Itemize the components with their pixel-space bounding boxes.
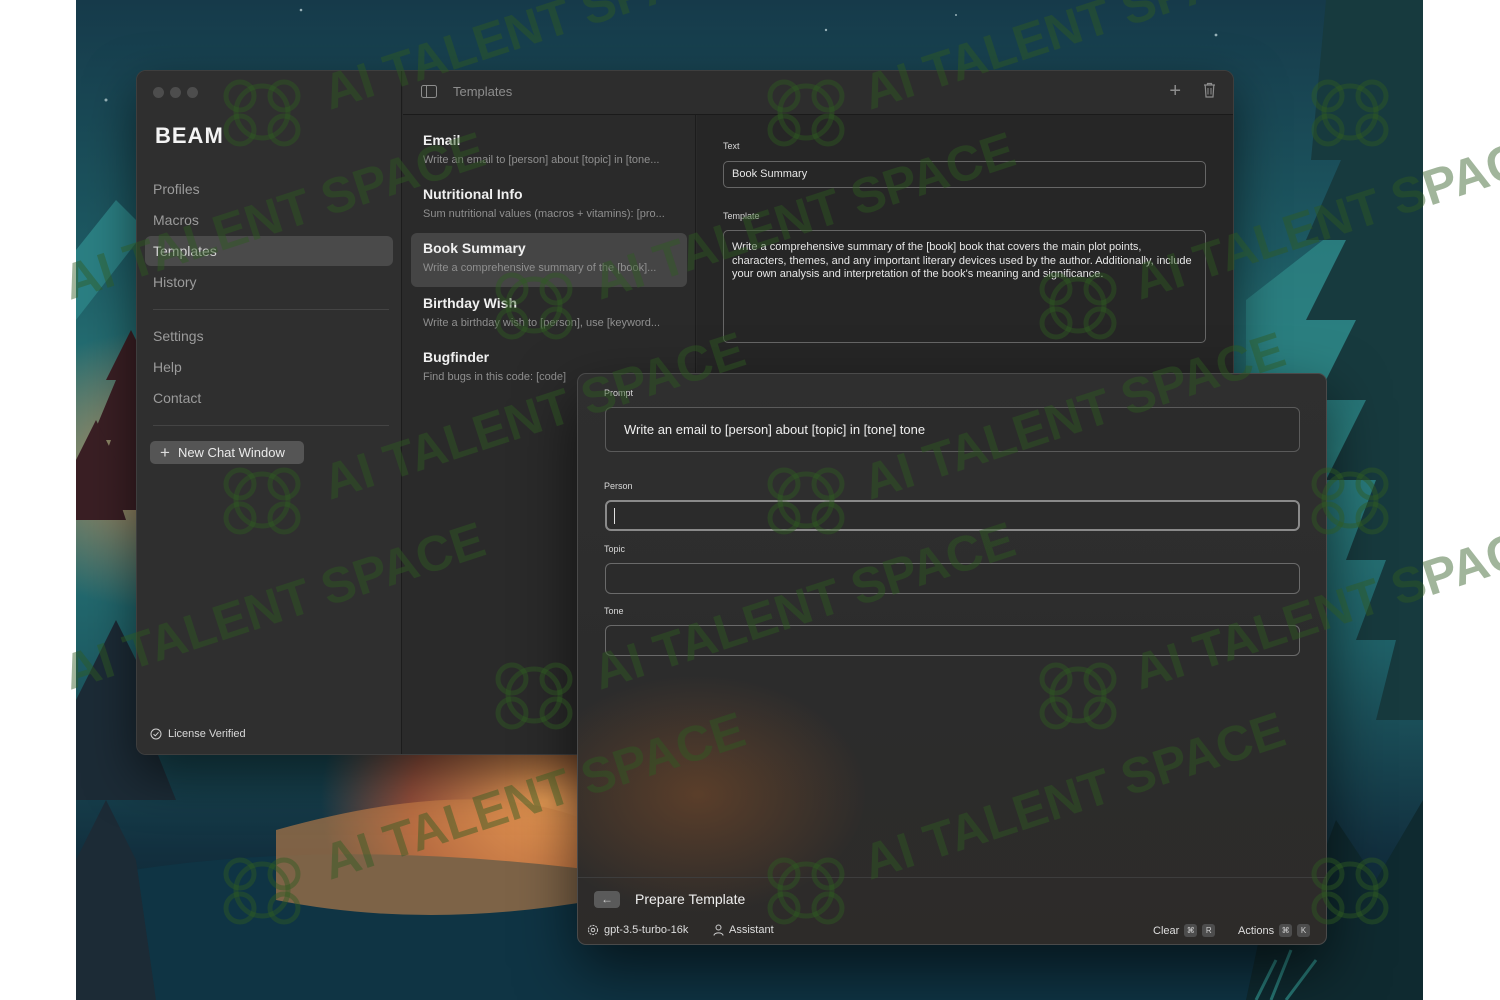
template-field-label: Template — [723, 211, 760, 221]
model-selector[interactable]: gpt-3.5-turbo-16k — [587, 924, 688, 936]
template-title: Nutritional Info — [423, 186, 523, 202]
shortcut-key: K — [1297, 924, 1311, 937]
template-item-email[interactable]: Email Write an email to [person] about [… — [411, 125, 687, 179]
page-title: Templates — [453, 84, 513, 99]
tone-input[interactable] — [605, 625, 1300, 656]
template-item-book-summary[interactable]: Book Summary Write a comprehensive summa… — [411, 233, 687, 287]
window-close-button[interactable] — [153, 87, 164, 98]
license-status: License Verified — [150, 728, 246, 740]
sidebar-divider — [153, 425, 389, 426]
template-item-birthday-wish[interactable]: Birthday Wish Write a birthday wish to [… — [411, 288, 687, 342]
add-template-icon[interactable]: + — [1169, 80, 1181, 103]
prompt-label: Prompt — [604, 388, 634, 398]
template-title: Book Summary — [423, 240, 526, 256]
check-circle-icon — [150, 728, 162, 740]
sidebar-toggle-icon[interactable] — [421, 85, 437, 98]
model-name: gpt-3.5-turbo-16k — [604, 924, 689, 936]
window-glow — [578, 674, 868, 914]
new-chat-window-button[interactable]: + New Chat Window — [150, 441, 304, 464]
actions-label: Actions — [1238, 924, 1275, 937]
command-key-icon: ⌘ — [1184, 924, 1198, 937]
clear-label: Clear — [1153, 924, 1180, 937]
shortcut-key: R — [1202, 924, 1216, 937]
plus-icon: + — [160, 443, 170, 462]
sidebar-item-history[interactable]: History — [145, 267, 393, 297]
command-key-icon: ⌘ — [1279, 924, 1293, 937]
new-chat-window-label: New Chat Window — [177, 445, 285, 460]
sidebar-item-settings[interactable]: Settings — [145, 321, 393, 351]
template-body-textarea[interactable]: Write a comprehensive summary of the [bo… — [723, 230, 1206, 343]
template-description: Write a birthday wish to [person], use [… — [423, 317, 661, 329]
tone-label: Tone — [604, 606, 624, 616]
gear-icon — [587, 924, 599, 936]
template-description: Sum nutritional values (macros + vitamin… — [423, 208, 665, 220]
clear-button[interactable]: Clear ⌘ R — [1153, 924, 1216, 937]
footer-divider — [578, 877, 1326, 878]
profile-name: Assistant — [729, 924, 774, 936]
window-zoom-button[interactable] — [187, 87, 198, 98]
actions-button[interactable]: Actions ⌘ K — [1238, 924, 1311, 937]
template-title: Birthday Wish — [423, 295, 517, 311]
sidebar: BEAM Profiles Macros Templates History S… — [137, 71, 402, 754]
topic-input[interactable] — [605, 563, 1300, 594]
person-input[interactable] — [605, 500, 1300, 531]
trash-icon[interactable] — [1203, 82, 1216, 98]
sidebar-item-contact[interactable]: Contact — [145, 383, 393, 413]
template-name-input[interactable]: Book Summary — [723, 161, 1206, 188]
template-description: Write an email to [person] about [topic]… — [423, 154, 660, 166]
text-caret — [614, 508, 615, 524]
person-icon — [713, 924, 724, 936]
title-bar: Templates + — [403, 71, 1233, 115]
back-button[interactable]: ← — [594, 891, 620, 908]
prepare-template-window: Prompt Write an email to [person] about … — [577, 373, 1327, 945]
window-minimize-button[interactable] — [170, 87, 181, 98]
sidebar-item-profiles[interactable]: Profiles — [145, 174, 393, 204]
template-title: Email — [423, 132, 461, 148]
template-item-nutritional-info[interactable]: Nutritional Info Sum nutritional values … — [411, 179, 687, 233]
sidebar-item-macros[interactable]: Macros — [145, 205, 393, 235]
license-label: License Verified — [168, 728, 246, 740]
profile-selector[interactable]: Assistant — [713, 924, 774, 936]
text-field-label: Text — [723, 141, 740, 151]
template-description: Write a comprehensive summary of the [bo… — [423, 262, 657, 274]
status-bar: gpt-3.5-turbo-16k Assistant Clear ⌘ R Ac… — [578, 922, 1326, 942]
sidebar-item-help[interactable]: Help — [145, 352, 393, 382]
app-logo: BEAM — [155, 123, 224, 148]
prompt-input[interactable]: Write an email to [person] about [topic]… — [605, 407, 1300, 452]
footer-title: Prepare Template — [635, 891, 746, 907]
sidebar-divider — [153, 309, 389, 310]
template-title: Bugfinder — [423, 349, 490, 365]
sidebar-item-templates[interactable]: Templates — [145, 236, 393, 266]
person-label: Person — [604, 481, 633, 491]
arrow-left-icon: ← — [601, 892, 613, 906]
topic-label: Topic — [604, 544, 626, 554]
